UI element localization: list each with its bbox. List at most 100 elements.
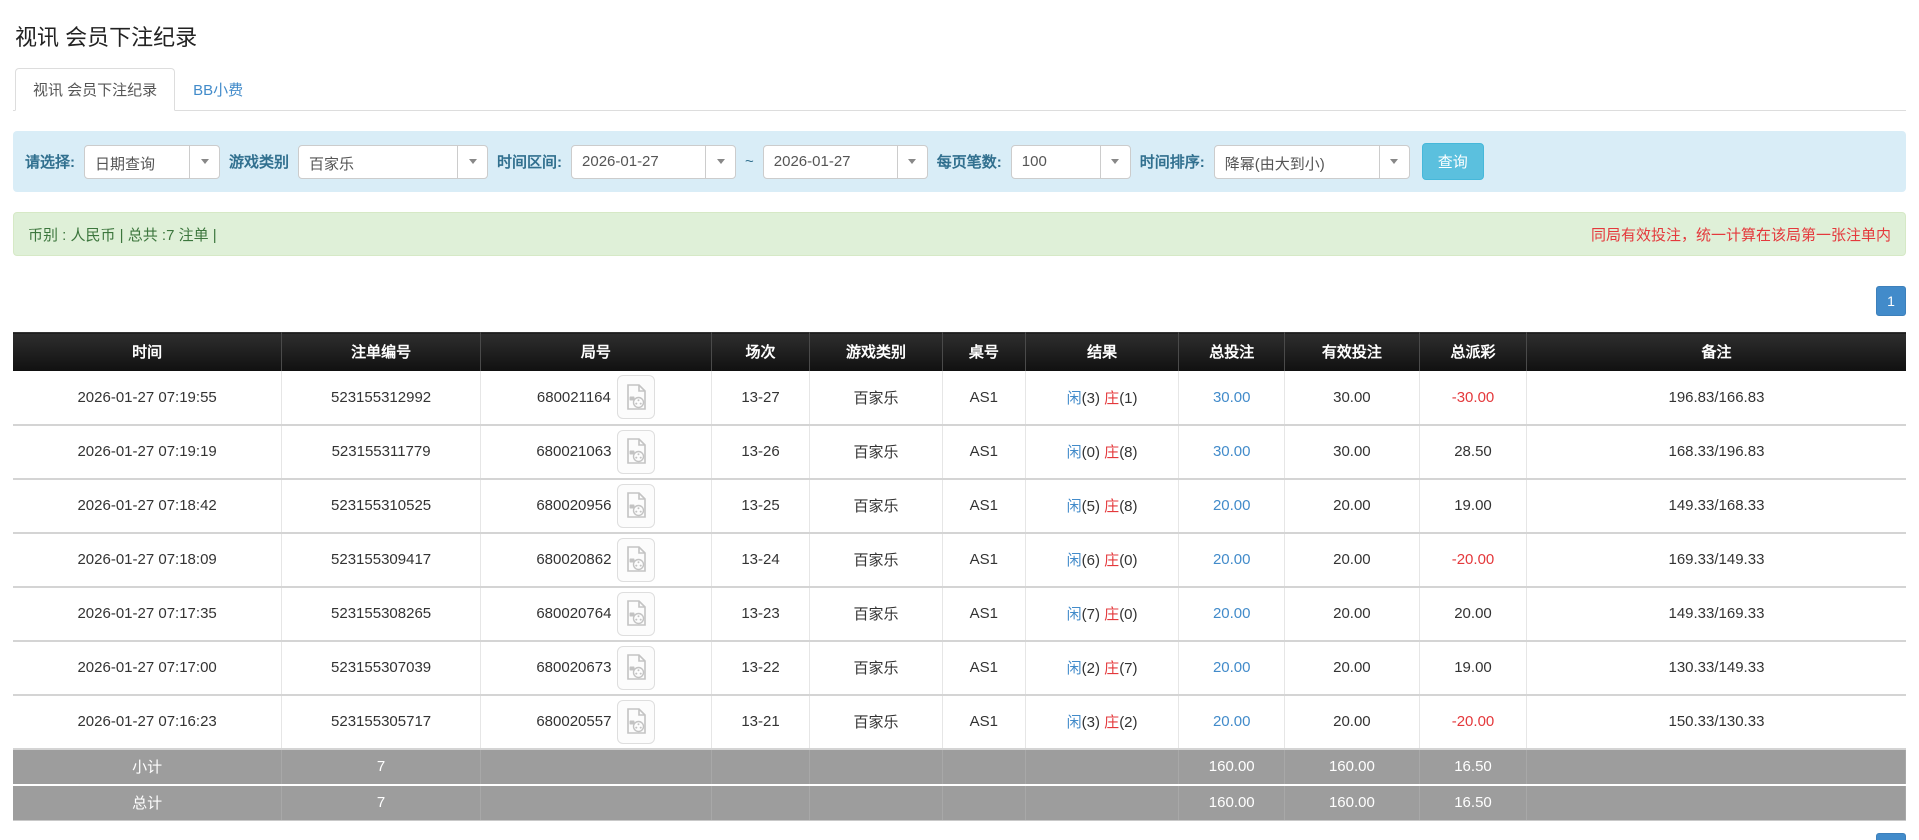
betting-records-table: 时间 注单编号 局号 场次 游戏类别 桌号 结果 总投注 有效投注 总派彩 备注…: [13, 332, 1906, 821]
time-cell: 2026-01-27 07:16:23: [13, 694, 283, 750]
session-cell: 13-24: [711, 532, 811, 588]
page-size-select[interactable]: 100: [1010, 144, 1131, 179]
player-result: 闲: [1066, 498, 1082, 515]
date-range-label: 时间区间:: [497, 154, 563, 171]
video-record-icon: [627, 492, 647, 518]
date-to-value: 2026-01-27: [773, 152, 851, 170]
result-cell: 闲(3) 庄(1): [1025, 370, 1180, 426]
table-row: 2026-01-27 07:18:09 523155309417 6800208…: [13, 532, 1906, 588]
video-record-button[interactable]: [617, 699, 656, 744]
player-result: 闲: [1066, 714, 1082, 731]
game-type-select[interactable]: 百家乐: [298, 144, 489, 179]
banker-result: 庄: [1104, 498, 1120, 515]
date-from-select[interactable]: 2026-01-27: [571, 144, 737, 179]
result-cell: 闲(3) 庄(2): [1025, 694, 1180, 750]
chevron-down-icon: [457, 145, 487, 178]
round-cell: 680020557: [480, 694, 712, 750]
note-cell: 130.33/149.33: [1526, 640, 1906, 696]
tab-bb-tip[interactable]: BB小费: [175, 68, 261, 111]
query-type-label: 请选择:: [25, 154, 75, 171]
bet-id-cell: 523155307039: [281, 640, 481, 696]
date-to-select[interactable]: 2026-01-27: [762, 144, 928, 179]
total-bet-link[interactable]: 20.00: [1213, 497, 1251, 514]
table-no-cell: AS1: [942, 478, 1026, 534]
header-total-bet: 总投注: [1178, 332, 1286, 371]
game-type-cell: 百家乐: [809, 370, 943, 426]
valid-bet-cell: 20.00: [1284, 478, 1420, 534]
video-record-icon: [627, 438, 647, 464]
header-bet-id: 注单编号: [281, 332, 481, 371]
header-time: 时间: [13, 332, 283, 371]
tab-betting-records[interactable]: 视讯 会员下注纪录: [15, 68, 176, 111]
video-record-button[interactable]: [617, 537, 656, 582]
total-bet-link[interactable]: 20.00: [1213, 659, 1251, 676]
result-cell: 闲(0) 庄(8): [1025, 424, 1180, 480]
table-row: 2026-01-27 07:17:35 523155308265 6800207…: [13, 586, 1906, 642]
total-bet-link[interactable]: 30.00: [1213, 443, 1251, 460]
note-cell: 196.83/166.83: [1526, 370, 1906, 426]
time-cell: 2026-01-27 07:17:00: [13, 640, 283, 696]
sort-order-label: 时间排序:: [1139, 154, 1205, 171]
date-separator: ~: [745, 153, 754, 170]
total-bet-cell: 20.00: [1178, 640, 1286, 696]
video-record-button[interactable]: [617, 483, 656, 528]
table-header-row: 时间 注单编号 局号 场次 游戏类别 桌号 结果 总投注 有效投注 总派彩 备注: [13, 332, 1906, 371]
video-record-icon: [627, 546, 647, 572]
round-cell: 680021063: [480, 424, 712, 480]
game-type-cell: 百家乐: [809, 694, 943, 750]
valid-bet-cell: 30.00: [1284, 370, 1420, 426]
video-record-icon: [627, 654, 647, 680]
session-cell: 13-26: [711, 424, 811, 480]
subtotal-payout: 16.50: [1419, 748, 1528, 786]
total-bet-link[interactable]: 20.00: [1213, 713, 1251, 730]
page-1-button[interactable]: 1: [1876, 833, 1906, 840]
video-record-button[interactable]: [617, 429, 656, 474]
note-cell: 150.33/130.33: [1526, 694, 1906, 750]
banker-result: 庄: [1104, 444, 1120, 461]
sort-order-select[interactable]: 降幂(由大到小): [1213, 144, 1410, 179]
payout-cell: 19.00: [1419, 640, 1528, 696]
session-cell: 13-21: [711, 694, 811, 750]
table-row: 2026-01-27 07:18:42 523155310525 6800209…: [13, 478, 1906, 534]
total-bet-link[interactable]: 20.00: [1213, 605, 1251, 622]
round-id: 680021164: [536, 388, 611, 406]
total-count: 7: [281, 784, 481, 821]
total-bet-link[interactable]: 30.00: [1213, 389, 1251, 406]
video-record-button[interactable]: [617, 591, 656, 636]
header-game-type: 游戏类别: [809, 332, 943, 371]
date-from-value: 2026-01-27: [582, 152, 659, 170]
payout-cell: 20.00: [1419, 586, 1528, 642]
page-size-label: 每页笔数:: [936, 154, 1002, 171]
time-cell: 2026-01-27 07:18:09: [13, 532, 283, 588]
video-record-button[interactable]: [616, 375, 655, 419]
table-row: 2026-01-27 07:19:19 523155311779 6800210…: [13, 424, 1906, 480]
total-label: 总计: [13, 784, 283, 821]
query-type-select[interactable]: 日期查询: [84, 144, 220, 179]
table-no-cell: AS1: [942, 640, 1026, 696]
payout-cell: 19.00: [1419, 478, 1528, 534]
time-cell: 2026-01-27 07:18:42: [13, 478, 283, 534]
header-payout: 总派彩: [1419, 332, 1528, 371]
chevron-down-icon: [705, 145, 735, 178]
note-cell: 149.33/168.33: [1526, 478, 1906, 534]
total-bet-link[interactable]: 20.00: [1213, 551, 1251, 568]
page-1-button[interactable]: 1: [1876, 286, 1906, 316]
total-bet-cell: 20.00: [1178, 532, 1286, 588]
table-no-cell: AS1: [942, 586, 1026, 642]
session-cell: 13-22: [711, 640, 811, 696]
table-no-cell: AS1: [942, 532, 1026, 588]
video-record-button[interactable]: [617, 645, 656, 690]
round-id: 680020956: [536, 497, 612, 514]
game-type-label: 游戏类别: [229, 154, 290, 171]
total-total-bet: 160.00: [1178, 784, 1286, 821]
banker-result: 庄: [1104, 552, 1120, 569]
valid-bet-cell: 20.00: [1284, 586, 1420, 642]
total-bet-cell: 30.00: [1178, 424, 1286, 480]
round-cell: 680021164: [480, 370, 712, 426]
tab-bar: 视讯 会员下注纪录 BB小费: [13, 68, 1906, 111]
total-bet-cell: 20.00: [1178, 694, 1286, 750]
search-button[interactable]: 查询: [1421, 143, 1484, 180]
valid-bet-cell: 30.00: [1284, 424, 1420, 480]
player-result: 闲: [1066, 444, 1082, 461]
chevron-down-icon: [896, 145, 927, 178]
